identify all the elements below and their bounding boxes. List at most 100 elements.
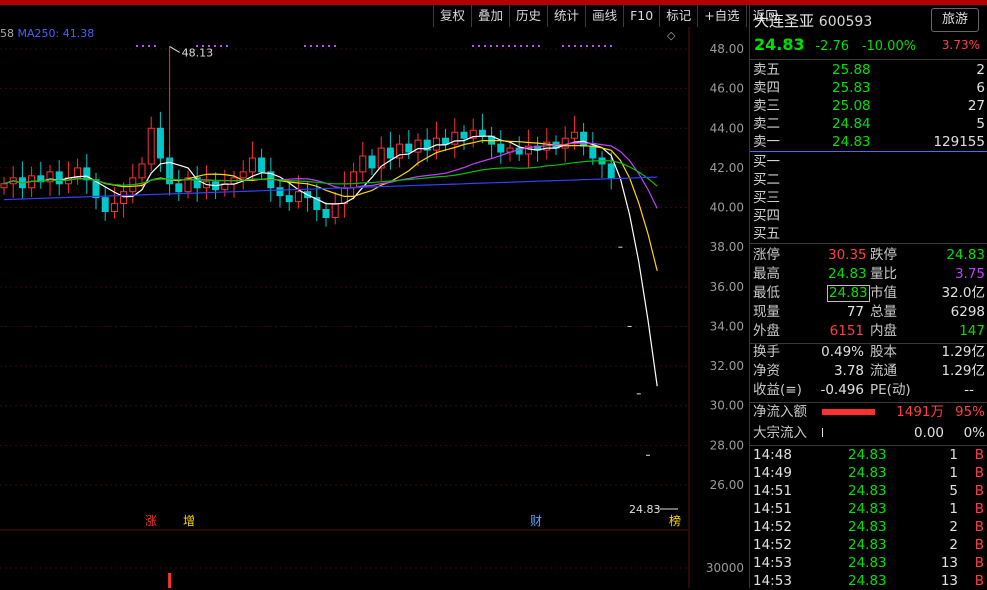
quote-panel: 大连圣亚 600593 旅游 24.83 -2.76 -10.00% 3.73%… xyxy=(749,5,987,590)
stat-row: 现量 77 总量 6298 xyxy=(753,304,985,320)
ask-price: 25.83 xyxy=(832,80,871,96)
trade-row: 14:52 24.83 2 B xyxy=(750,536,987,554)
book-divider xyxy=(750,151,987,152)
event-dot xyxy=(304,45,306,47)
last-price-label: 24.83 xyxy=(629,503,661,516)
candle-body xyxy=(460,131,468,139)
ask-row[interactable]: 卖二 24.84 5 xyxy=(750,115,987,133)
mark-button[interactable]: 标记 xyxy=(659,5,697,27)
bulk-inflow-bar xyxy=(822,428,823,437)
y-tick-label: 36.00 xyxy=(710,280,744,294)
divider xyxy=(750,243,987,244)
add-watchlist-button[interactable]: +自选 xyxy=(697,5,745,27)
candle-body xyxy=(285,195,293,203)
trade-row: 14:51 24.83 5 B xyxy=(750,482,987,500)
trade-volume: 2 xyxy=(949,519,958,535)
volume-tick-label: 30000 xyxy=(706,561,744,575)
y-tick-label: 26.00 xyxy=(710,478,744,492)
event-dot xyxy=(610,45,612,47)
y-tick-label: 34.00 xyxy=(710,319,744,333)
ask-row[interactable]: 卖五 25.88 2 xyxy=(750,61,987,79)
ask-volume: 129155 xyxy=(933,134,985,150)
trade-time: 14:51 xyxy=(753,483,792,499)
event-dot xyxy=(478,45,480,47)
trade-time: 14:48 xyxy=(753,447,792,463)
overlay-button[interactable]: 叠加 xyxy=(471,5,509,27)
bid-label: 买四 xyxy=(753,208,780,224)
event-marker[interactable]: 涨 xyxy=(145,513,157,528)
bid-row[interactable]: 买四 xyxy=(750,207,987,225)
ask-price: 25.88 xyxy=(832,62,871,78)
stock-code: 600593 xyxy=(818,14,873,30)
event-marker[interactable]: 财 xyxy=(530,514,542,528)
candle-body xyxy=(175,183,183,193)
stat-row: 涨停 30.35 跌停 24.83 xyxy=(753,247,985,263)
y-tick-label: 40.00 xyxy=(710,201,744,215)
candle-body xyxy=(294,191,302,203)
volume-ratio-value: 3.75 xyxy=(954,266,985,282)
candle-body xyxy=(0,183,8,189)
diamond-icon[interactable]: ◇ xyxy=(667,29,676,42)
event-dot xyxy=(148,45,150,47)
history-button[interactable]: 历史 xyxy=(509,5,547,27)
candle-body xyxy=(561,137,569,149)
trade-volume: 13 xyxy=(940,573,958,589)
ma250-line xyxy=(3,176,658,201)
bid-row[interactable]: 买五 xyxy=(750,225,987,243)
trade-side: B xyxy=(974,501,984,517)
ask-price: 25.08 xyxy=(832,98,871,114)
event-dot xyxy=(214,45,216,47)
y-tick-label: 30.00 xyxy=(710,399,744,413)
ask-row[interactable]: 卖三 25.08 27 xyxy=(750,97,987,115)
trade-volume: 5 xyxy=(949,483,958,499)
bid-row[interactable]: 买三 xyxy=(750,189,987,207)
y-tick-label: 28.00 xyxy=(710,438,744,452)
statistics-button[interactable]: 统计 xyxy=(547,5,585,27)
stat-row: 最高 24.83 量比 3.75 xyxy=(753,266,985,282)
ask-row[interactable]: 卖一 24.83 129155 xyxy=(750,133,987,151)
candlestick-chart[interactable]: 48.00 46.00 44.00 42.00 40.00 38.00 36.00 34.00… xyxy=(0,27,749,588)
trade-row: 14:48 24.83 1 B xyxy=(750,446,987,464)
current-volume-value: 77 xyxy=(846,304,864,320)
ask-label: 卖三 xyxy=(753,98,780,114)
trade-price: 24.83 xyxy=(848,447,887,463)
event-marker[interactable]: 增 xyxy=(183,514,195,528)
bid-label: 买一 xyxy=(753,154,780,170)
high-value: 24.83 xyxy=(828,266,867,282)
pe-value: -- xyxy=(964,382,974,398)
price-change-pct: -10.00% xyxy=(861,39,917,54)
candle-body xyxy=(120,191,128,205)
candle-body xyxy=(432,137,440,151)
event-marker[interactable]: 榜 xyxy=(669,513,681,528)
candle-body xyxy=(322,209,330,218)
adjust-button[interactable]: 复权 xyxy=(433,5,471,27)
trade-row: 14:53 24.83 13 B xyxy=(750,572,987,590)
net-inflow-bar xyxy=(822,409,875,415)
net-inflow-row: 净流入额 1491万 95% xyxy=(753,404,985,420)
float-value: 1.29亿 xyxy=(941,363,985,379)
current-price: 24.83 xyxy=(754,35,805,54)
limit-down-value: 24.83 xyxy=(946,247,985,263)
net-assets-value: 3.78 xyxy=(833,363,864,379)
stat-row: 外盘 6151 内盘 147 xyxy=(753,323,985,339)
bulk-inflow-value: 0.00 xyxy=(913,425,944,441)
ask-row[interactable]: 卖四 25.83 6 xyxy=(750,79,987,97)
candle-body xyxy=(580,131,588,147)
draw-line-button[interactable]: 画线 xyxy=(585,5,623,27)
event-dot xyxy=(580,45,582,47)
trade-time: 14:53 xyxy=(753,573,792,589)
bid-row[interactable]: 买二 xyxy=(750,171,987,189)
event-dot xyxy=(310,45,312,47)
y-tick-label: 38.00 xyxy=(710,240,744,254)
bid-row[interactable]: 买一 xyxy=(750,153,987,171)
trade-time: 14:53 xyxy=(753,555,792,571)
trade-time: 14:51 xyxy=(753,501,792,517)
f10-button[interactable]: F10 xyxy=(623,5,659,27)
market-cap-value: 32.0亿 xyxy=(941,285,985,301)
event-dot xyxy=(226,45,228,47)
ask-label: 卖一 xyxy=(753,134,780,150)
candle-body xyxy=(386,147,394,159)
bid-label: 买五 xyxy=(753,226,780,242)
sector-button[interactable]: 旅游 xyxy=(931,8,979,32)
stock-name: 大连圣亚 xyxy=(754,12,815,30)
